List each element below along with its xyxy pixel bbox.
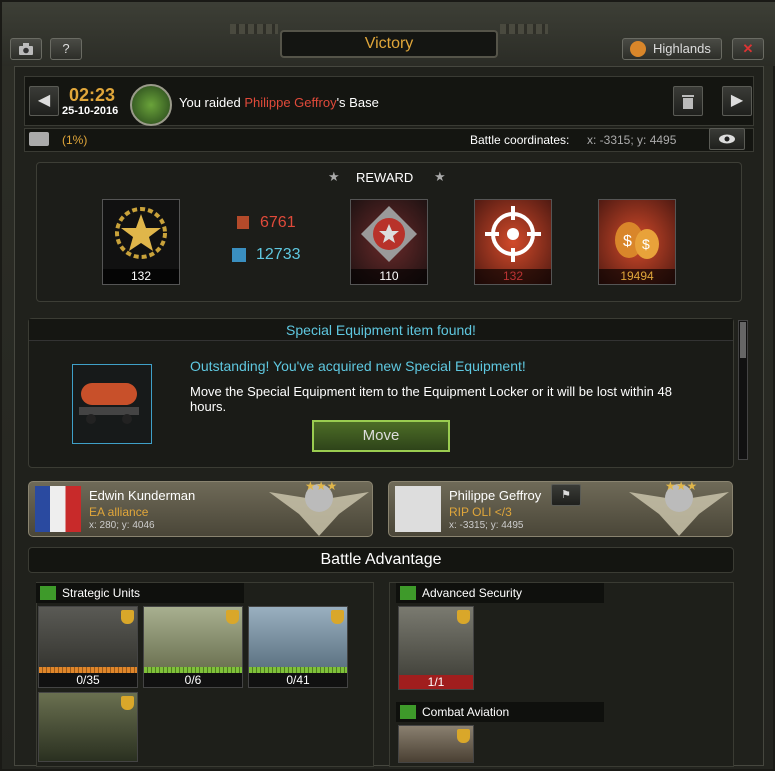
enemy-card: Philippe Geffroy ⚑ RIP OLI </3 x: -3315;… <box>388 479 733 537</box>
coords-value: x: -3315; y: 4495 <box>587 133 677 147</box>
wings-icon <box>400 705 416 719</box>
region-button[interactable]: Highlands <box>622 38 722 60</box>
player-coords: x: 280; y: 4046 <box>89 520 155 531</box>
delete-button[interactable] <box>673 86 703 116</box>
region-label: Highlands <box>653 41 711 56</box>
message-prefix: You raided <box>179 95 245 110</box>
svg-text:$: $ <box>623 233 632 250</box>
battle-date: 25-10-2016 <box>62 105 119 117</box>
reward-target: 132 <box>474 199 552 285</box>
advanced-security-title: Advanced Security <box>422 586 523 600</box>
damage-percent: (1%) <box>62 133 88 147</box>
advanced-security-header: Advanced Security <box>396 583 604 603</box>
unit-apc[interactable]: 0/6 <box>143 606 243 688</box>
close-button[interactable]: ✕ <box>732 38 764 60</box>
enemy-alliance: RIP OLI </3 <box>449 505 512 519</box>
eagle-rank-icon: ★★★ <box>269 479 369 536</box>
message-suffix: 's Base <box>336 95 379 110</box>
unit-tank[interactable]: 0/35 <box>38 606 138 688</box>
laurel-star-icon <box>115 207 167 259</box>
svg-text:★★★: ★★★ <box>665 479 697 493</box>
camera-icon <box>19 43 33 55</box>
eagle-rank-icon: ★★★ <box>629 479 729 536</box>
unit-count: 0/41 <box>249 673 347 687</box>
aviation-unit[interactable] <box>398 725 474 763</box>
strategic-units-header: Strategic Units <box>36 583 244 603</box>
enemy-name[interactable]: Philippe Geffroy <box>449 488 541 503</box>
view-button[interactable] <box>709 128 745 150</box>
enemy-coords: x: -3315; y: 4495 <box>449 520 524 531</box>
equipment-headline: Outstanding! You've acquired new Special… <box>190 358 526 374</box>
left-wing-ornament <box>230 24 278 34</box>
unit-badge-icon <box>121 610 134 624</box>
reward-title: REWARD <box>356 170 414 185</box>
battle-advantage-title: Battle Advantage <box>28 547 734 573</box>
rank-count: 110 <box>351 269 427 284</box>
special-equipment-title: Special Equipment item found! <box>29 319 733 341</box>
unit-badge-icon <box>331 610 344 624</box>
security-turret[interactable]: 1/1 <box>398 606 474 690</box>
ammo-icon <box>237 216 249 229</box>
unit-badge-icon <box>226 610 239 624</box>
target-count: 132 <box>475 269 551 284</box>
right-wing-ornament <box>500 24 548 34</box>
green-square-icon <box>40 586 56 600</box>
reward-rank: 110 <box>350 199 428 285</box>
alloy-icon <box>232 248 246 262</box>
battle-time: 02:23 <box>69 85 116 105</box>
scrollbar[interactable] <box>738 320 748 460</box>
unit-jet[interactable]: 0/41 <box>248 606 348 688</box>
reward-medal: 132 <box>102 199 180 285</box>
prev-button[interactable]: ◀ <box>29 86 59 116</box>
unit-count: 0/35 <box>39 673 137 687</box>
scrollbar-thumb[interactable] <box>740 322 746 358</box>
fuel-tanker-icon <box>79 383 139 424</box>
coords-label: Battle coordinates: <box>470 133 570 147</box>
battle-message: You raided Philippe Geffroy's Base <box>179 95 379 110</box>
svg-text:★★★: ★★★ <box>305 479 337 493</box>
help-button[interactable]: ? <box>50 38 82 60</box>
globe-icon <box>630 41 646 57</box>
money-count: 19494 <box>599 269 675 284</box>
player-name[interactable]: Edwin Kunderman <box>89 488 195 503</box>
player-alliance: EA alliance <box>89 505 149 519</box>
star-icon-left: ★ <box>328 169 340 184</box>
unit-badge-icon <box>457 610 470 624</box>
security-count: 1/1 <box>399 675 473 689</box>
star-icon-right: ★ <box>434 169 446 184</box>
equipment-body: Move the Special Equipment item to the E… <box>190 384 672 414</box>
combat-aviation-title: Combat Aviation <box>422 705 510 719</box>
equipment-item[interactable] <box>72 364 152 444</box>
move-button[interactable]: Move <box>312 420 450 452</box>
next-button[interactable]: ▶ <box>722 86 752 116</box>
opponent-name[interactable]: Philippe Geffroy <box>244 95 336 110</box>
resource1-value: 6761 <box>260 214 296 231</box>
crosshair-icon <box>485 206 541 262</box>
reward-money: $ $ 19494 <box>598 199 676 285</box>
svg-text:$: $ <box>642 236 650 252</box>
opponent-avatar <box>130 84 172 126</box>
money-bag-icon: $ $ <box>615 222 659 259</box>
victory-window: ? Victory Highlands ✕ ◀ 02:23 25-10-2016… <box>0 0 775 771</box>
eye-icon <box>719 134 735 144</box>
rank-badge-icon <box>361 206 417 262</box>
enemy-avatar <box>395 486 441 532</box>
pin-icon: ⚑ <box>561 489 571 501</box>
medal-count: 132 <box>103 269 179 284</box>
player-card: Edwin Kunderman EA alliance x: 280; y: 4… <box>28 479 373 537</box>
unit-badge-icon <box>121 696 134 710</box>
window-title: Victory <box>280 30 498 58</box>
combat-aviation-header: Combat Aviation <box>396 702 604 722</box>
unit-badge-icon <box>457 729 470 743</box>
shield-icon <box>400 586 416 600</box>
player-flag-avatar <box>35 486 81 532</box>
strategic-units-title: Strategic Units <box>62 586 141 600</box>
unit-count: 0/6 <box>144 673 242 687</box>
pin-button[interactable]: ⚑ <box>551 484 581 506</box>
camera-button[interactable] <box>10 38 42 60</box>
trash-icon <box>682 95 694 109</box>
resource-icon <box>29 132 49 146</box>
unit-soldier[interactable] <box>38 692 138 762</box>
resource2-value: 12733 <box>256 246 301 263</box>
